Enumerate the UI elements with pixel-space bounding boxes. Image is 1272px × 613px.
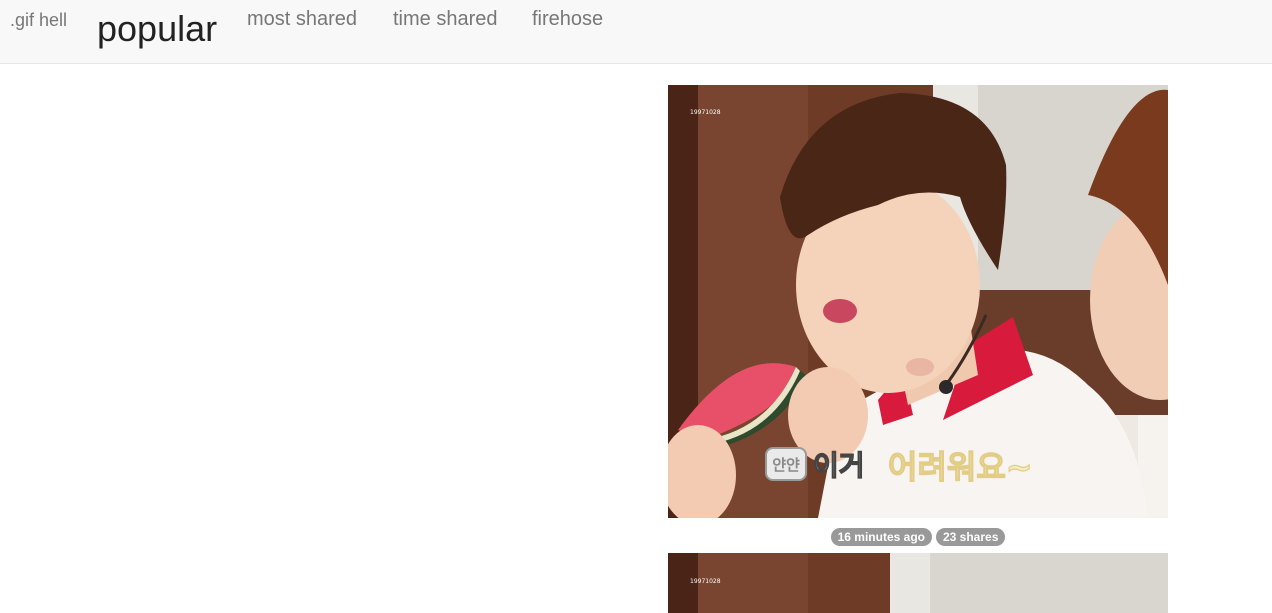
- nav-time-shared[interactable]: time shared: [393, 8, 498, 31]
- gif-image[interactable]: 얀얀 이거 어려워요~ 19971028: [668, 85, 1168, 518]
- gif-watermark: 19971028: [690, 578, 721, 585]
- caption-main: 이거: [813, 449, 865, 482]
- brand-link[interactable]: .gif hell: [10, 10, 67, 31]
- post-meta: 16 minutes ago 23 shares: [668, 528, 1168, 546]
- caption-bubble: 얀얀: [772, 456, 800, 474]
- nav-popular[interactable]: popular: [97, 8, 217, 50]
- gif-illustration: 19971028: [668, 553, 1168, 613]
- gif-illustration: 얀얀 이거 어려워요~ 19971028: [668, 85, 1168, 518]
- gif-watermark: 19971028: [690, 109, 721, 116]
- gif-image[interactable]: 19971028: [668, 553, 1168, 613]
- nav-most-shared[interactable]: most shared: [247, 8, 357, 31]
- nav-firehose[interactable]: firehose: [532, 8, 603, 31]
- time-ago-badge: 16 minutes ago: [830, 528, 932, 546]
- shares-badge: 23 shares: [935, 528, 1006, 546]
- caption-highlight: 어려워요~: [888, 448, 1033, 486]
- navbar: .gif hell popular most shared time share…: [0, 0, 1272, 64]
